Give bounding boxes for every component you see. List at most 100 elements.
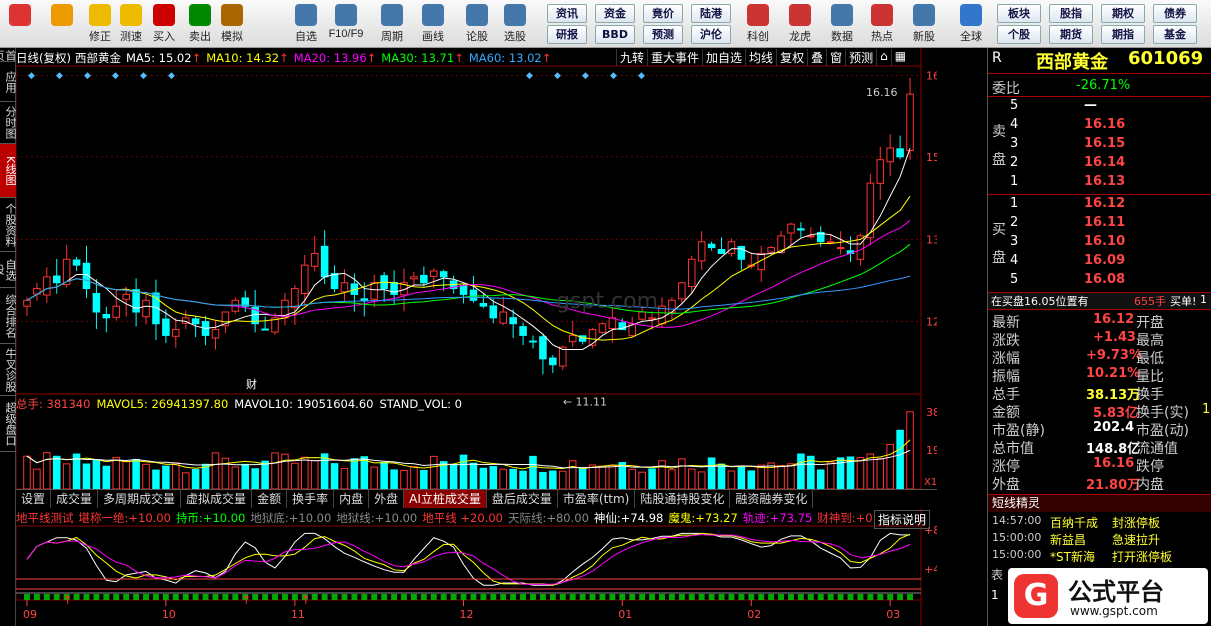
toolbar-button-6[interactable]: 模拟 (216, 2, 248, 46)
toolbar-small-button[interactable]: 基金 (1153, 25, 1197, 44)
toolbar-right-button-5[interactable]: 全球 (955, 2, 987, 46)
event-diamond-icon[interactable]: ◆ (112, 71, 119, 81)
chart-btn-5[interactable]: 叠 (807, 49, 826, 66)
indicator-tab-1[interactable]: 成交量 (51, 490, 99, 508)
stat-label: 总市值 (992, 441, 1034, 457)
candle-body (439, 271, 448, 278)
toolbar-small-button[interactable]: 股指 (1049, 4, 1093, 23)
toolbar-menu-9[interactable]: 周期 (372, 2, 412, 46)
toolbar-button-3[interactable]: 测速 (115, 2, 147, 46)
high-price-label: 16.16 (866, 86, 898, 99)
toolbar-small-button[interactable]: 陆港 (691, 4, 731, 23)
indicator-tab-2[interactable]: 多周期成交量 (98, 490, 182, 508)
event-diamond-icon[interactable]: ◆ (582, 71, 589, 81)
sell-level: 2 (1010, 155, 1019, 170)
chart-btn-2[interactable]: 加自选 (702, 49, 745, 66)
toolbar-right-button-0[interactable]: 科创 (742, 2, 774, 46)
kline-chart[interactable]: 16.44 15.05 13.64 12.24 16.16 ← 11.11 财 ◆ ◆ ◆ ◆ ◆ ◆ ◆… (16, 48, 937, 626)
toolbar-small-button[interactable]: 沪伦 (691, 25, 731, 44)
indicator-tab-4[interactable]: 金额 (252, 490, 288, 508)
event-diamond-icon[interactable]: ◆ (526, 71, 533, 81)
volume-bar (896, 429, 904, 490)
volume-bar (856, 457, 865, 490)
chart-btn-6[interactable]: 窗 (826, 49, 845, 66)
toolbar-right-button-3[interactable]: 热点 (866, 2, 898, 46)
candle-body (797, 228, 805, 231)
chart-btn-0[interactable]: 九转 (616, 49, 647, 66)
event-diamond-icon[interactable]: ◆ (638, 71, 645, 81)
candle-body (588, 329, 597, 346)
toolbar-right-button-1[interactable]: 龙虎 (784, 2, 816, 46)
toolbar-small-button[interactable]: 研报 (547, 25, 587, 44)
candle-body (420, 274, 428, 284)
toolbar-small-button[interactable]: 个股 (997, 25, 1041, 44)
toolbar-small-button[interactable]: 资金 (595, 4, 635, 23)
sell-price: 16.13 (1084, 174, 1126, 189)
chart-btn-7[interactable]: 预测 (845, 49, 876, 66)
toolbar-menu-12[interactable]: 选股 (495, 2, 535, 46)
candle-body (687, 258, 696, 287)
sidebar-tab-7[interactable]: 牛叉诊股 (0, 344, 17, 396)
chart-btn-1[interactable]: 重大事件 (647, 49, 702, 66)
indicator-tab-10[interactable]: 市盈率(ttm) (558, 490, 636, 508)
sidebar-tab-0[interactable]: 首页 (0, 48, 17, 62)
chart-btn-4[interactable]: 复权 (776, 49, 807, 66)
volume-bar (92, 459, 101, 490)
home-icon[interactable]: ⌂ (876, 49, 891, 66)
indicator-help-button[interactable]: 指标说明 (874, 510, 931, 529)
toolbar-right-button-4[interactable]: 新股 (908, 2, 940, 46)
indicator-tab-5[interactable]: 换手率 (287, 490, 335, 508)
indicator-tab-6[interactable]: 内盘 (334, 490, 370, 508)
indicator-tab-3[interactable]: 虚拟成交量 (181, 490, 253, 508)
toolbar-small-button[interactable]: 期货 (1049, 25, 1093, 44)
event-diamond-icon[interactable]: ◆ (84, 71, 91, 81)
toolbar-menu-7[interactable]: 自选 (286, 2, 326, 46)
toolbar-small-button[interactable]: 资讯 (547, 4, 587, 23)
toolbar-icon (789, 4, 811, 26)
event-diamond-icon[interactable]: ◆ (554, 71, 561, 81)
toolbar-small-button[interactable]: 竟价 (643, 4, 683, 23)
sidebar-tab-5[interactable]: 自选股 (0, 252, 17, 288)
event-diamond-icon[interactable]: ◆ (610, 71, 617, 81)
event-diamond-icon[interactable]: ◆ (28, 71, 35, 81)
toolbar-small-button[interactable]: 预测 (643, 25, 683, 44)
volume-bar (400, 469, 408, 490)
event-diamond-icon[interactable]: ◆ (56, 71, 63, 81)
sidebar-tab-2[interactable]: 分时图 (0, 102, 17, 144)
event-diamond-icon[interactable]: ◆ (168, 71, 175, 81)
sidebar-tab-6[interactable]: 综合排名 (0, 288, 17, 344)
toolbar-small-button[interactable]: 债券 (1153, 4, 1197, 23)
toolbar-menu-8[interactable]: F10/F9 (326, 2, 366, 46)
sidebar-tab-4[interactable]: 个股资料 (0, 198, 17, 252)
toolbar-right-button-2[interactable]: 数据 (826, 2, 858, 46)
sidebar-tab-1[interactable]: 应用 (0, 62, 17, 102)
sidebar-tab-8[interactable]: 超级盘口 (0, 396, 17, 452)
toolbar-button-4[interactable]: 买入 (148, 2, 180, 46)
toolbar-button-2[interactable]: 修正 (84, 2, 116, 46)
event-diamond-icon[interactable]: ◆ (140, 71, 147, 81)
toolbar-small-button[interactable]: 期权 (1101, 4, 1145, 23)
indicator-tab-0[interactable]: 设置 (16, 490, 52, 508)
chart-btn-3[interactable]: 均线 (745, 49, 776, 66)
candle-body (678, 282, 686, 300)
volume-bar (687, 468, 696, 490)
toolbar-button-0[interactable] (4, 2, 36, 46)
volume-bar (33, 468, 41, 490)
toolbar-button-1[interactable] (46, 2, 78, 46)
indicator-tab-9[interactable]: 盘后成交量 (487, 490, 558, 508)
indicator-tab-8[interactable]: AI立桩成交量 (404, 490, 487, 508)
month-label: 11 (291, 608, 305, 621)
grid-icon[interactable]: ▦ (890, 49, 909, 66)
toolbar-small-button[interactable]: 板块 (997, 4, 1041, 23)
toolbar-menu-11[interactable]: 论股 (457, 2, 497, 46)
toolbar-small-button[interactable]: BBD (595, 25, 635, 44)
indicator-tab-12[interactable]: 融资融券变化 (730, 490, 814, 508)
volume-bar (707, 457, 716, 490)
indicator-tab-7[interactable]: 外盘 (369, 490, 405, 508)
toolbar-button-5[interactable]: 卖出 (184, 2, 216, 46)
indicator-tab-11[interactable]: 陆股通持股变化 (635, 490, 731, 508)
toolbar-menu-10[interactable]: 画线 (413, 2, 453, 46)
stat-label-2: 流通值 (1136, 441, 1178, 457)
toolbar-small-button[interactable]: 期指 (1101, 25, 1145, 44)
sidebar-tab-3[interactable]: K线图 (0, 144, 17, 198)
